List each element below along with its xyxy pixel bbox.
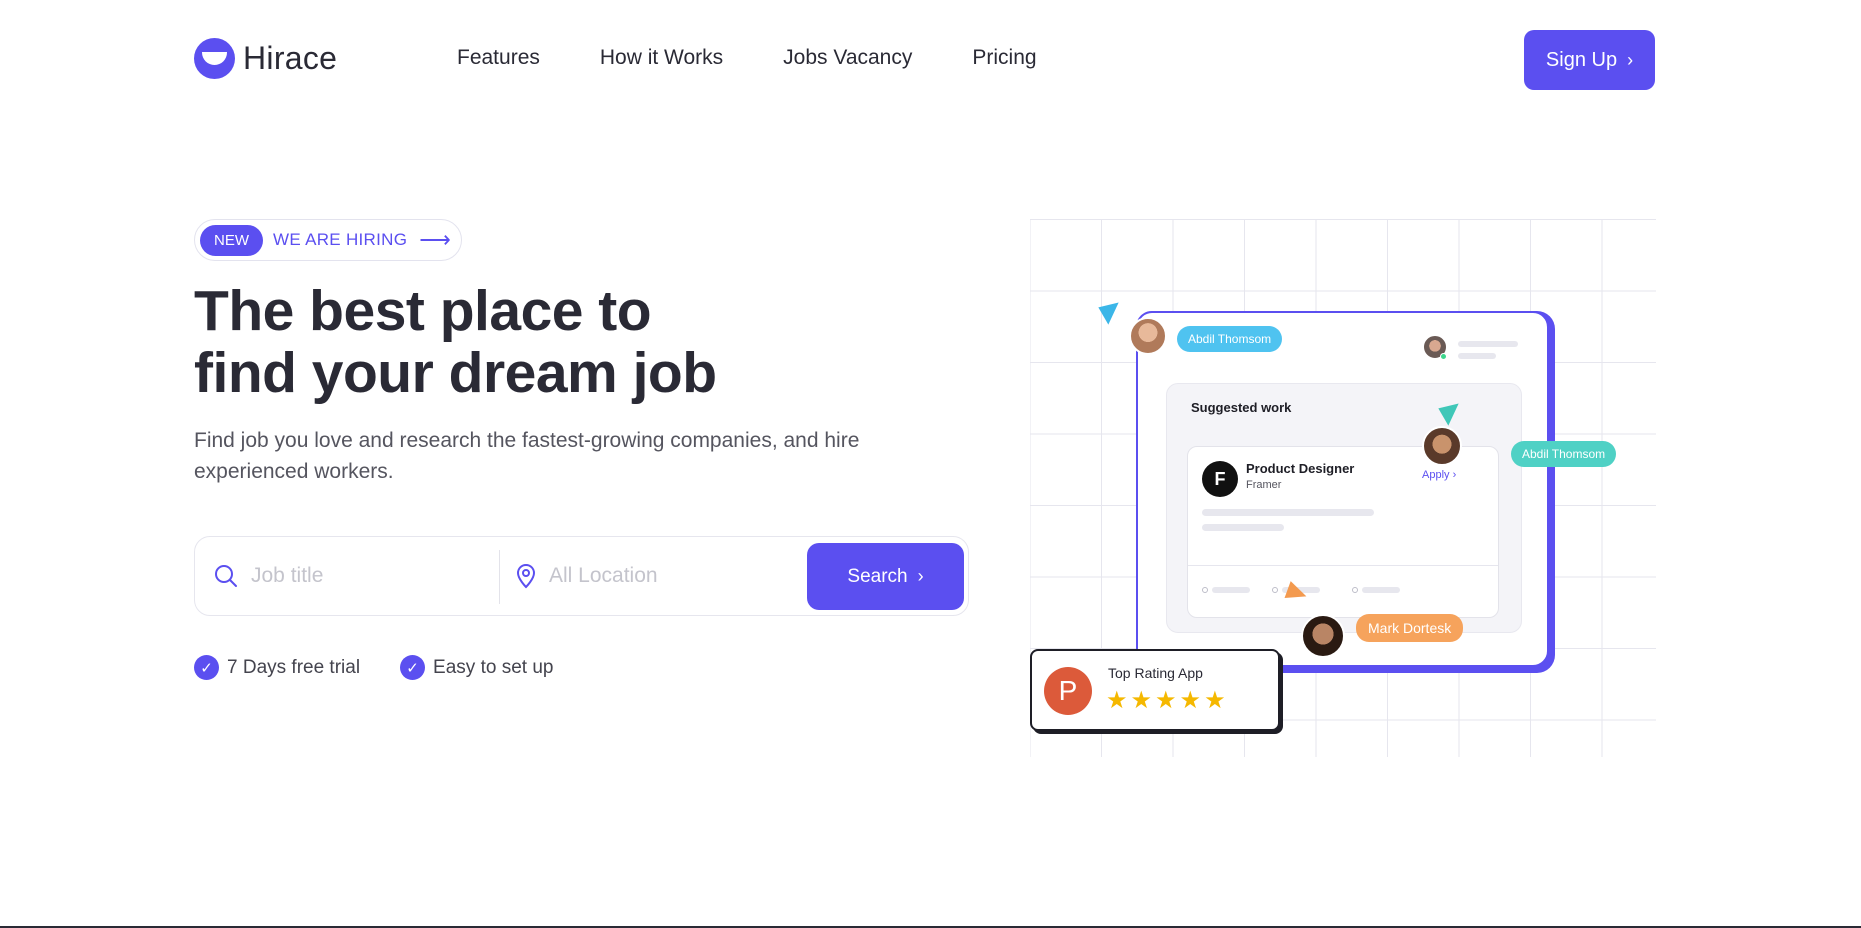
location-field [515,537,795,615]
top-navigation: Hirace Features How it Works Jobs Vacanc… [0,0,1861,120]
briefcase-icon [1352,587,1358,593]
apply-link[interactable]: Apply › [1422,469,1456,481]
nav-link-pricing[interactable]: Pricing [972,46,1036,70]
online-status-dot [1440,353,1447,360]
skeleton-line [1202,524,1284,531]
job-search-bar: Search › [194,536,969,616]
apply-label: Apply [1422,469,1450,481]
search-button[interactable]: Search › [807,543,964,610]
star-icon: ★ [1179,687,1202,714]
skeleton-line [1202,509,1374,516]
search-icon [215,565,237,587]
star-icon: ★ [1106,687,1128,714]
user-tag: Mark Dortesk [1356,614,1464,642]
search-divider [499,550,500,604]
job-company: Framer [1246,479,1282,491]
avatar [1301,614,1345,658]
chevron-right-icon: › [917,566,924,586]
top-rating-card: P Top Rating App ★ ★ ★ ★ ★ [1030,649,1280,731]
hero-illustration: Suggested work F Product Designer Framer… [1030,219,1656,757]
location-input[interactable] [549,564,769,588]
sign-up-label: Sign Up [1545,48,1618,71]
user-tag: Abdil Thomsom [1177,326,1283,352]
headline-line-2: find your dream job [194,341,717,405]
location-pin-icon [516,563,536,589]
star-rating: ★ ★ ★ ★ ★ [1106,687,1229,715]
suggested-work-title: Suggested work [1191,400,1292,415]
rating-title: Top Rating App [1108,665,1203,681]
skeleton-line [1212,587,1250,593]
chevron-right-icon: › [1627,49,1634,70]
brand-name: Hirace [243,40,338,76]
perk-label: Easy to set up [433,656,554,678]
new-badge: NEW [200,224,263,256]
location-pin-icon [1202,587,1208,593]
hiring-pill[interactable]: NEW WE ARE HIRING ⟶ [194,219,462,261]
job-title-input[interactable] [251,564,471,588]
job-card-divider [1188,565,1498,566]
skeleton-line [1458,341,1518,347]
job-title-field [213,537,493,615]
brand-logo[interactable]: Hirace [194,38,337,79]
skeleton-line [1362,587,1400,593]
smile-logo-icon [194,38,235,79]
search-button-label: Search [847,565,908,587]
skeleton-line [1458,353,1496,359]
clock-icon [1272,587,1278,593]
nav-link-jobs-vacancy[interactable]: Jobs Vacancy [783,46,912,70]
product-hunt-logo-icon: P [1044,667,1092,715]
nav-links: Features How it Works Jobs Vacancy Prici… [457,46,1097,70]
job-title: Product Designer [1246,461,1355,476]
hero-headline: The best place to find your dream job [194,280,814,404]
headline-line-1: The best place to [194,279,652,343]
perk-item: ✓ Easy to set up [400,655,553,680]
arrow-right-icon: ⟶ [419,227,451,252]
sign-up-button[interactable]: Sign Up › [1524,30,1655,90]
nav-link-features[interactable]: Features [457,46,540,70]
app-frame: Suggested work F Product Designer Framer… [1136,311,1555,673]
star-icon: ★ [1155,687,1177,714]
perk-label: 7 Days free trial [227,656,361,678]
nav-link-how-it-works[interactable]: How it Works [600,46,723,70]
perks-list: ✓ 7 Days free trial ✓ Easy to set up [194,655,593,680]
avatar [1422,426,1462,466]
user-tag: Abdil Thomsom [1511,441,1617,467]
check-icon: ✓ [400,655,426,680]
app-frame-inner: Suggested work F Product Designer Framer… [1136,311,1549,667]
hiring-text: WE ARE HIRING [273,230,408,249]
hero-subtext: Find job you love and research the faste… [194,429,860,483]
job-card: F Product Designer Framer Apply › [1187,446,1499,618]
suggested-work-card: Suggested work F Product Designer Framer… [1166,383,1522,633]
framer-logo-icon: F [1202,461,1238,497]
star-icon: ★ [1130,687,1153,714]
star-icon: ★ [1204,687,1226,714]
avatar [1129,317,1167,355]
check-icon: ✓ [194,655,219,680]
perk-item: ✓ 7 Days free trial [194,655,360,680]
